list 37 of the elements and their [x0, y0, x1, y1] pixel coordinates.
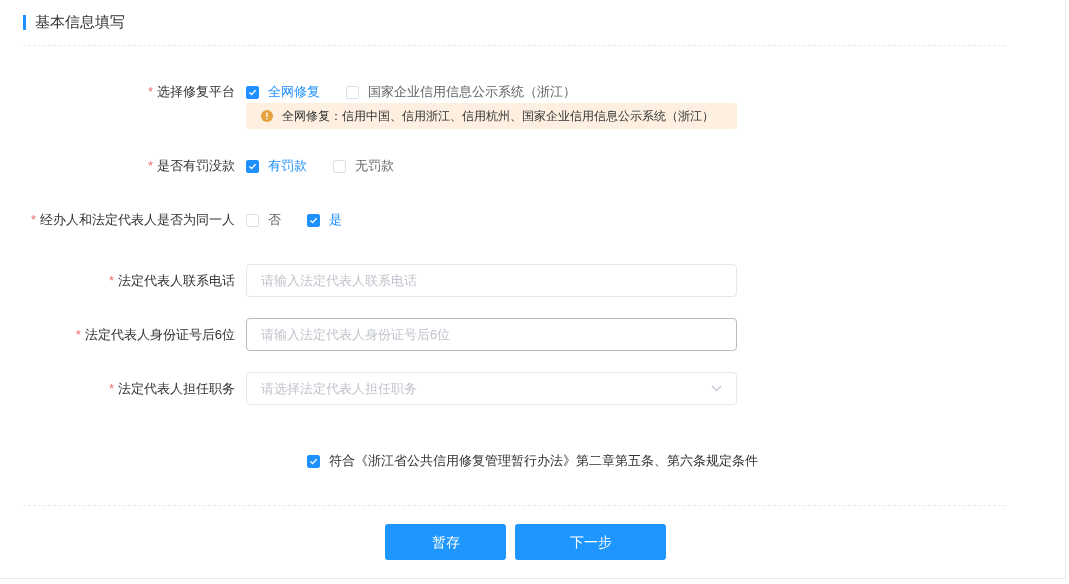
checkbox-label[interactable]: 全网修复	[268, 82, 320, 102]
checkbox[interactable]	[246, 85, 259, 99]
required-asterisk: *	[75, 325, 81, 344]
field-label: 经办人和法定代表人是否为同一人	[40, 211, 235, 230]
input-field[interactable]: 请输入法定代表人联系电话	[246, 264, 737, 297]
form-button[interactable]: 暂存	[385, 524, 506, 560]
checkbox-label[interactable]: 国家企业信用信息公示系统（浙江）	[368, 82, 576, 102]
checkbox-label[interactable]: 无罚款	[355, 156, 394, 176]
select-field[interactable]: 请选择法定代表人担任职务	[246, 372, 737, 405]
chevron-down-icon	[711, 385, 722, 392]
checkbox-label[interactable]: 是	[329, 210, 342, 230]
checkbox-label[interactable]: 有罚款	[268, 156, 307, 176]
notice-text: 全网修复：信用中国、信用浙江、信用杭州、国家企业信用信息公示系统（浙江）	[282, 108, 714, 125]
required-asterisk: *	[108, 271, 114, 290]
field-label: 法定代表人身份证号后6位	[84, 325, 235, 344]
checkbox[interactable]	[246, 159, 259, 173]
info-icon	[261, 110, 273, 122]
agreement-text: 符合《浙江省公共信用修复管理暂行办法》第二章第五条、第六条规定条件	[329, 452, 758, 471]
field-label: 法定代表人担任职务	[118, 379, 235, 398]
checkbox-label[interactable]: 否	[268, 210, 281, 230]
required-asterisk: *	[108, 379, 114, 398]
input-field[interactable]: 请输入法定代表人身份证号后6位	[246, 318, 737, 351]
check-icon	[248, 87, 257, 97]
required-asterisk: *	[147, 83, 153, 102]
check-icon	[309, 215, 318, 225]
checkbox[interactable]	[307, 213, 320, 227]
checkbox[interactable]	[307, 454, 320, 468]
form-button[interactable]: 下一步	[515, 524, 666, 560]
required-asterisk: *	[30, 211, 36, 230]
field-label: 选择修复平台	[157, 83, 235, 102]
check-icon	[309, 456, 318, 466]
field-label: 是否有罚没款	[157, 157, 235, 176]
section-title: 基本信息填写	[35, 12, 125, 33]
check-icon	[248, 161, 257, 171]
title-accent-bar	[23, 15, 26, 30]
field-label: 法定代表人联系电话	[118, 271, 235, 290]
required-asterisk: *	[147, 157, 153, 176]
